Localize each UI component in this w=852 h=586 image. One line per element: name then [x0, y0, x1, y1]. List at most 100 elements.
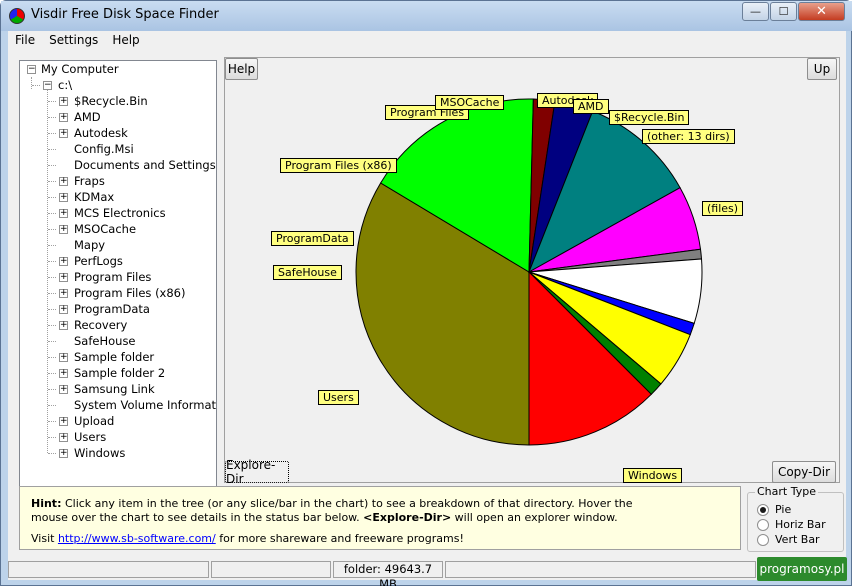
tree-node-item[interactable]: Program Files	[74, 269, 151, 285]
tree-connector	[48, 261, 56, 262]
app-icon	[9, 8, 25, 24]
tree-connector	[48, 421, 56, 422]
tree-connector	[48, 149, 56, 150]
expand-icon[interactable]: +	[59, 433, 68, 442]
expand-icon[interactable]: +	[59, 209, 68, 218]
client-area: File Settings Help − My Computer − c:\ +…	[8, 31, 846, 586]
tree-connector	[48, 277, 56, 278]
close-button[interactable]: ✕	[798, 2, 845, 21]
radio-pie[interactable]: Pie	[757, 502, 791, 517]
pie-slice-label[interactable]: (files)	[702, 201, 744, 216]
tree-node-item[interactable]: Samsung Link	[74, 381, 155, 397]
copy-dir-button[interactable]: Copy-Dir	[772, 461, 836, 483]
expand-icon[interactable]: +	[59, 257, 68, 266]
tree-node-item[interactable]: System Volume Information	[74, 397, 216, 413]
expand-icon[interactable]: +	[59, 273, 68, 282]
tree-node-item[interactable]: PerfLogs	[74, 253, 123, 269]
tree-node-item[interactable]: Autodesk	[74, 125, 128, 141]
app-window: Visdir Free Disk Space Finder — ☐ ✕ File…	[0, 0, 852, 586]
tree-node-item[interactable]: AMD	[74, 109, 101, 125]
expand-icon[interactable]: +	[59, 305, 68, 314]
expand-icon[interactable]: +	[59, 369, 68, 378]
expand-icon[interactable]: +	[59, 177, 68, 186]
pie-slice-label[interactable]: ProgramData	[271, 231, 354, 246]
pie-slice-label[interactable]: MSOCache	[435, 95, 505, 110]
maximize-button[interactable]: ☐	[770, 2, 797, 21]
radio-label: Pie	[775, 503, 792, 516]
menu-help[interactable]: Help	[105, 31, 146, 51]
tree-node-item[interactable]: Recovery	[74, 317, 127, 333]
tree-node-item[interactable]: SafeHouse	[74, 333, 136, 349]
expand-icon[interactable]: +	[59, 289, 68, 298]
tree-node-my-computer[interactable]: My Computer	[41, 61, 119, 77]
expand-icon[interactable]: +	[59, 113, 68, 122]
collapse-icon[interactable]: −	[43, 81, 52, 90]
hint-line1: Click any item in the tree (or any slice…	[61, 497, 633, 510]
radio-horiz-bar[interactable]: Horiz Bar	[757, 517, 826, 532]
pie-slice-label[interactable]: Users	[318, 390, 359, 405]
tree-connector	[48, 341, 56, 342]
expand-icon[interactable]: +	[59, 417, 68, 426]
tree-node-item[interactable]: Windows	[74, 445, 125, 461]
tree-connector	[48, 405, 56, 406]
tree-node-item[interactable]: Program Files (x86)	[74, 285, 185, 301]
tree-node-item[interactable]: KDMax	[74, 189, 114, 205]
tree-connector	[48, 453, 56, 454]
collapse-icon[interactable]: −	[27, 65, 36, 74]
pie-slice-label[interactable]: Program Files (x86)	[280, 158, 397, 173]
tree-node-item[interactable]: Sample folder 2	[74, 365, 165, 381]
menu-settings[interactable]: Settings	[42, 31, 105, 51]
tree-connector	[48, 309, 56, 310]
tree-node-item[interactable]: Upload	[74, 413, 114, 429]
tree-connector	[48, 389, 56, 390]
pie-slice-label[interactable]: Windows	[623, 468, 683, 483]
hint-line2c: will open an explorer window.	[451, 511, 618, 524]
expand-icon[interactable]: +	[59, 225, 68, 234]
website-link[interactable]: http://www.sb-software.com/	[58, 532, 216, 545]
radio-button[interactable]	[757, 503, 769, 516]
pie-slice-label[interactable]: (other: 13 dirs)	[642, 129, 735, 144]
tree-connector	[48, 229, 56, 230]
radio-label: Vert Bar	[775, 533, 820, 546]
radio-button[interactable]	[757, 518, 769, 531]
explore-dir-button[interactable]: Explore-Dir	[225, 458, 289, 486]
hint-label: Hint:	[31, 497, 62, 510]
title-bar[interactable]: Visdir Free Disk Space Finder — ☐ ✕	[1, 1, 852, 31]
expand-icon[interactable]: +	[59, 385, 68, 394]
tree-connector	[48, 101, 56, 102]
status-segment-2	[211, 561, 331, 578]
tree-node-item[interactable]: Users	[74, 429, 106, 445]
expand-icon[interactable]: +	[59, 353, 68, 362]
tree-node-item[interactable]: Sample folder	[74, 349, 154, 365]
tree-node-item[interactable]: Documents and Settings	[74, 157, 216, 173]
menu-file[interactable]: File	[8, 31, 42, 51]
pie-slice-label[interactable]: SafeHouse	[273, 265, 342, 280]
tree-node-item[interactable]: ProgramData	[74, 301, 150, 317]
watermark: programosy.pl	[757, 557, 847, 581]
tree-connector	[48, 213, 56, 214]
tree-node-item[interactable]: Mapy	[74, 237, 105, 253]
tree-node-item[interactable]: Fraps	[74, 173, 105, 189]
radio-button[interactable]	[757, 533, 769, 546]
tree-node-drive-c[interactable]: c:\	[58, 77, 72, 93]
expand-icon[interactable]: +	[59, 129, 68, 138]
tree-connector	[48, 357, 56, 358]
tree-connector	[48, 293, 56, 294]
radio-vert-bar[interactable]: Vert Bar	[757, 532, 820, 547]
tree-node-item[interactable]: Config.Msi	[74, 141, 134, 157]
expand-icon[interactable]: +	[59, 449, 68, 458]
tree-connector	[48, 181, 56, 182]
directory-tree[interactable]: − My Computer − c:\ + $Recycle.Bin + AMD + Au…	[19, 60, 217, 509]
minimize-button[interactable]: —	[742, 2, 769, 21]
pie-slice-label[interactable]: $Recycle.Bin	[609, 110, 690, 125]
expand-icon[interactable]: +	[59, 193, 68, 202]
status-folder-size: folder: 49643.7 MB	[333, 561, 443, 586]
pie-slice-label[interactable]: AMD	[573, 99, 609, 114]
tree-node-item[interactable]: $Recycle.Bin	[74, 93, 148, 109]
expand-icon[interactable]: +	[59, 97, 68, 106]
tree-node-item[interactable]: MCS Electronics	[74, 205, 166, 221]
expand-icon[interactable]: +	[59, 321, 68, 330]
chart-type-legend: Chart Type	[755, 485, 818, 498]
status-segment-1	[8, 561, 209, 578]
tree-node-item[interactable]: MSOCache	[74, 221, 136, 237]
